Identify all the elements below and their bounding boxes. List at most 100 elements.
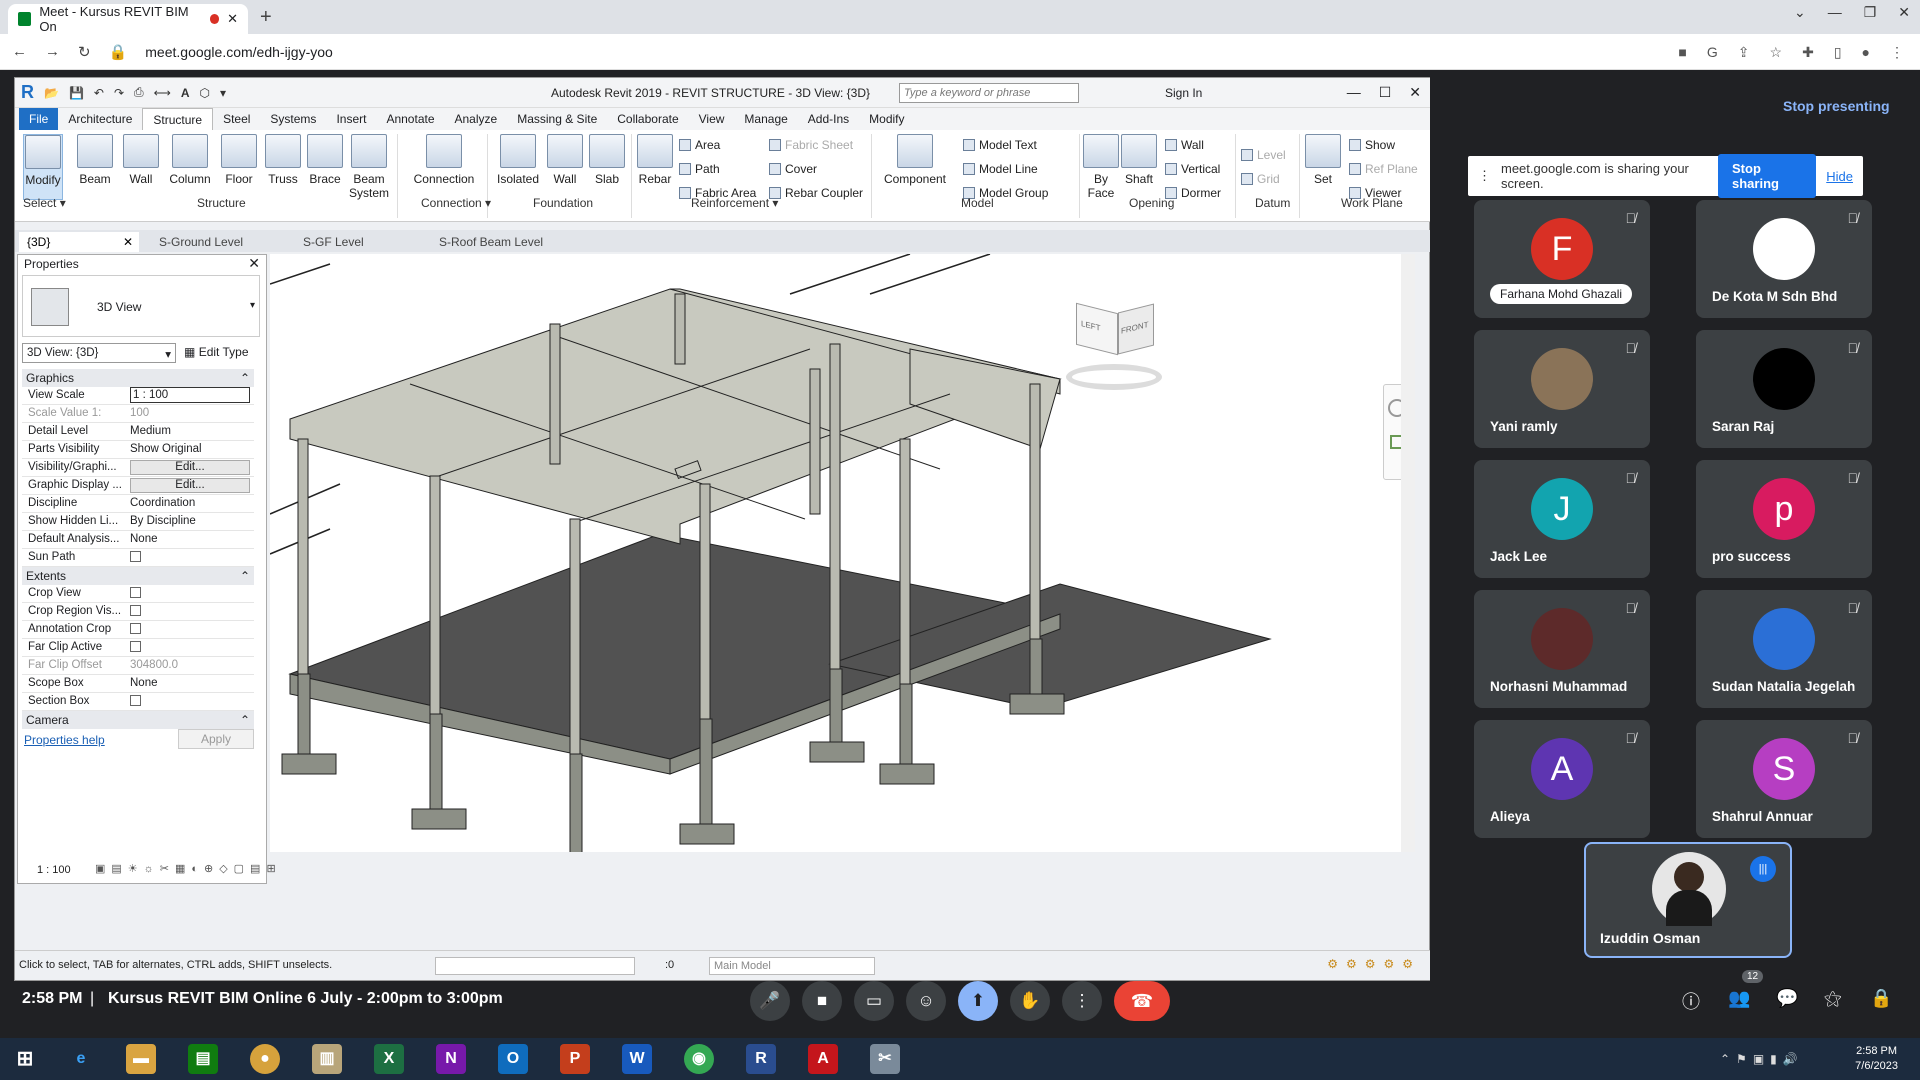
selection-filter-icons[interactable]: ⚙⚙⚙⚙⚙ (1327, 957, 1421, 971)
system-clock[interactable]: 2:58 PM 7/6/2023 (1855, 1044, 1898, 1074)
viewcube-compass-ring[interactable] (1066, 364, 1162, 390)
share-icon[interactable]: ⇪ (1738, 44, 1750, 61)
participant-tile[interactable]: 🎙̸ Norhasni Muhammad (1474, 590, 1650, 708)
stop-presenting-button[interactable]: Stop presenting (1783, 98, 1890, 114)
opening-wall-button[interactable]: Wall (1165, 138, 1204, 152)
vertical-scrollbar[interactable] (1401, 254, 1415, 852)
prop-sun-path[interactable]: Sun Path (22, 549, 254, 567)
prop-detail-level[interactable]: Detail Level Medium (22, 423, 254, 441)
participant-tile[interactable]: p 🎙̸ pro success (1696, 460, 1872, 578)
tab-systems[interactable]: Systems (260, 108, 326, 130)
prop-default-analysis[interactable]: Default Analysis... None (22, 531, 254, 549)
prop-parts-visibility[interactable]: Parts Visibility Show Original (22, 441, 254, 459)
view-tab-s-gf-level[interactable]: S-GF Level (295, 232, 372, 252)
tab-manage[interactable]: Manage (734, 108, 797, 130)
truss-button[interactable]: Truss (263, 134, 303, 186)
prop-crop-region-visible[interactable]: Crop Region Vis... (22, 603, 254, 621)
reload-icon[interactable]: ↻ (78, 43, 91, 61)
excel-icon[interactable]: X (374, 1044, 404, 1074)
tab-steel[interactable]: Steel (213, 108, 260, 130)
sidepanel-icon[interactable]: ▯ (1834, 44, 1842, 61)
chrome-icon[interactable]: ◉ (684, 1044, 714, 1074)
sun-path-checkbox[interactable] (130, 551, 141, 562)
prop-value[interactable]: By Discipline (130, 515, 250, 527)
tab-architecture[interactable]: Architecture (58, 108, 142, 130)
view-control-icons[interactable]: ▣▤☀☼✂▦◐⊕◇▢▤⊞ (95, 862, 282, 875)
view-tab-3d[interactable]: {3D} ✕ (19, 232, 139, 252)
connection-button[interactable]: Connection (409, 134, 479, 186)
powerpoint-icon[interactable]: P (560, 1044, 590, 1074)
shaft-button[interactable]: Shaft (1121, 134, 1157, 186)
section-box-checkbox[interactable] (130, 695, 141, 706)
level-button[interactable]: Level (1241, 148, 1286, 162)
sign-in-link[interactable]: Sign In (1165, 86, 1202, 100)
participant-tile[interactable]: F 🎙̸ Farhana Mohd Ghazali (1474, 200, 1650, 318)
tab-modify[interactable]: Modify (859, 108, 914, 130)
prop-value[interactable]: Medium (130, 425, 250, 437)
profile-avatar-icon[interactable]: ● (1862, 44, 1870, 61)
set-button[interactable]: Set (1305, 134, 1341, 186)
present-button[interactable]: ⬆ (958, 981, 998, 1021)
camera-icon[interactable]: ■ (1678, 44, 1686, 61)
view-tab-s-ground-level[interactable]: S-Ground Level (151, 232, 251, 252)
close-properties-icon[interactable]: ✕ (248, 255, 260, 272)
prop-section-box[interactable]: Section Box (22, 693, 254, 711)
minimize-icon[interactable]: — (1828, 4, 1842, 21)
workset-filter-select[interactable] (435, 957, 635, 975)
prop-value[interactable]: None (130, 677, 250, 689)
close-window-icon[interactable]: ✕ (1898, 4, 1910, 21)
path-button[interactable]: Path (679, 162, 720, 176)
grid-button[interactable]: Grid (1241, 172, 1280, 186)
participant-tile[interactable]: 🎙̸ Saran Raj (1696, 330, 1872, 448)
back-icon[interactable]: ← (12, 43, 27, 60)
isolated-button[interactable]: Isolated (495, 134, 541, 186)
fabric-sheet-button[interactable]: Fabric Sheet (769, 138, 853, 152)
participant-tile[interactable]: 🎙̸ Yani ramly (1474, 330, 1650, 448)
word-icon[interactable]: W (622, 1044, 652, 1074)
slab-button[interactable]: Slab (587, 134, 627, 186)
prop-graphic-display[interactable]: Graphic Display ... Edit... (22, 477, 254, 495)
section-extents[interactable]: Extents ⌃ (22, 567, 254, 585)
edit-button[interactable]: Edit... (130, 478, 250, 493)
instance-selector[interactable]: 3D View: {3D} ▾ (22, 343, 176, 363)
presenter-tile[interactable]: ||| Izuddin Osman (1584, 842, 1792, 958)
emoji-button[interactable]: ☺ (906, 981, 946, 1021)
camera-button[interactable]: ■ (802, 981, 842, 1021)
brace-button[interactable]: Brace (305, 134, 345, 186)
viewcube-face-front[interactable]: FRONT (1118, 303, 1154, 355)
view-tab-s-roof-beam-level[interactable]: S-Roof Beam Level (431, 232, 551, 252)
qat-dropdown-icon[interactable]: ▾ (220, 86, 226, 100)
snipping-tool-icon[interactable]: ✂ (870, 1044, 900, 1074)
tab-analyze[interactable]: Analyze (445, 108, 508, 130)
crop-view-checkbox[interactable] (130, 587, 141, 598)
revit-taskbar-icon[interactable]: R (746, 1044, 776, 1074)
close-tab-icon[interactable]: ✕ (227, 11, 238, 27)
tray-icons[interactable]: ⌃⚑▣▮🔊 (1720, 1052, 1804, 1066)
wall-button[interactable]: Wall (121, 134, 161, 186)
modify-button[interactable]: Modify (23, 134, 63, 200)
tab-massing-site[interactable]: Massing & Site (507, 108, 607, 130)
prop-show-hidden-lines[interactable]: Show Hidden Li... By Discipline (22, 513, 254, 531)
revit-search-input[interactable]: Type a keyword or phrase (899, 83, 1079, 103)
participant-tile[interactable]: S 🎙̸ Shahrul Annuar (1696, 720, 1872, 838)
annotation-crop-checkbox[interactable] (130, 623, 141, 634)
prop-far-clip-active[interactable]: Far Clip Active (22, 639, 254, 657)
revit-restore-icon[interactable]: ☐ (1379, 84, 1392, 101)
foundation-wall-button[interactable]: Wall (545, 134, 585, 186)
redo-icon[interactable]: ↷ (114, 86, 124, 100)
model-text-button[interactable]: Model Text (963, 138, 1037, 152)
design-option-select[interactable]: Main Model (709, 957, 875, 975)
onenote-icon[interactable]: N (436, 1044, 466, 1074)
text-icon[interactable]: A (181, 86, 190, 100)
edit-button[interactable]: Edit... (130, 460, 250, 475)
menu-kebab-icon[interactable]: ⋮ (1890, 44, 1904, 61)
type-selector[interactable]: 3D View ▾ (22, 275, 260, 337)
rebar-button[interactable]: Rebar (635, 134, 675, 186)
crop-region-checkbox[interactable] (130, 605, 141, 616)
host-controls-icon[interactable]: 🔒 (1870, 988, 1892, 1009)
tab-search-icon[interactable]: ⌄ (1794, 4, 1806, 21)
open-icon[interactable]: 📂 (44, 86, 59, 100)
people-icon[interactable]: 👥 (1728, 988, 1750, 1009)
beam-button[interactable]: Beam (75, 134, 115, 186)
start-button[interactable]: ⊞ (10, 1044, 40, 1074)
